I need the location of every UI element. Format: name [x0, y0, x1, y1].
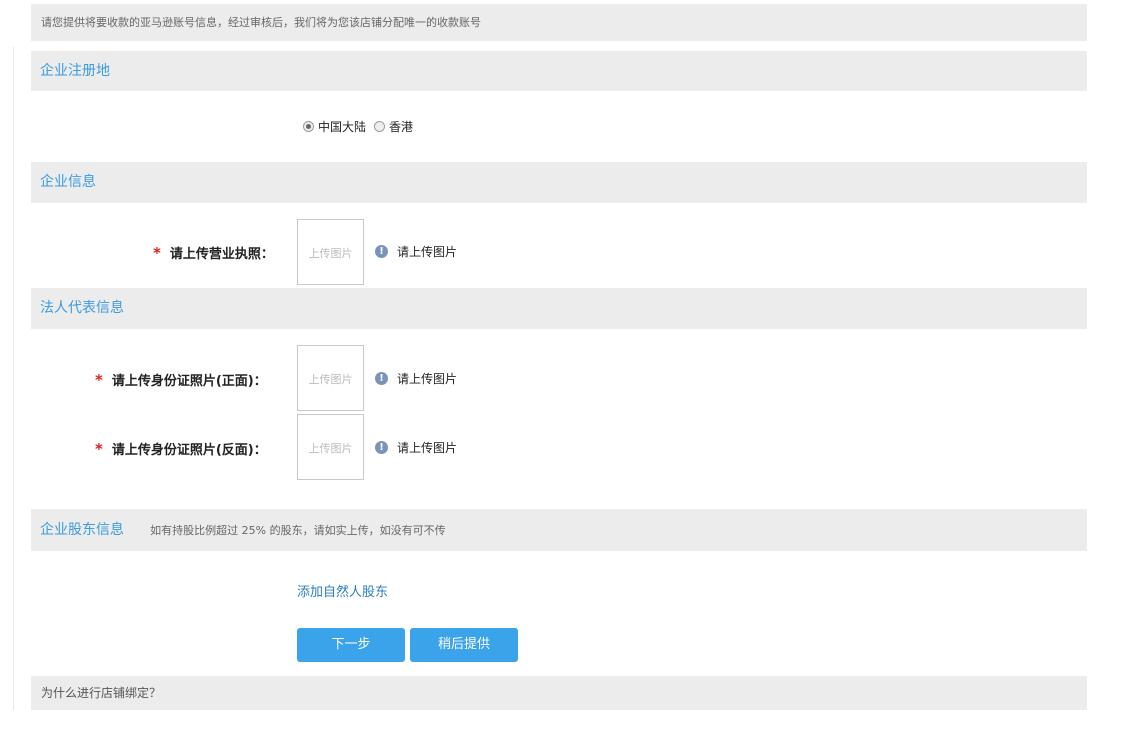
radio-hong-kong[interactable]: 香港 — [374, 118, 413, 135]
shareholders-hint: 如有持股比例超过 25% 的股东，请如实上传，如没有可不传 — [150, 524, 446, 537]
next-step-button[interactable]: 下一步 — [297, 628, 405, 662]
info-circle-icon: ! — [375, 245, 388, 258]
upload-placeholder: 上传图片 — [308, 373, 353, 386]
upload-hint-id-front: ! 请上传图片 — [375, 370, 457, 387]
upload-id-back[interactable]: 上传图片 — [297, 414, 364, 480]
upload-hint-license: ! 请上传图片 — [375, 243, 457, 260]
radio-checked-icon[interactable] — [303, 121, 314, 132]
id-back-label-text: 请上传身份证照片(反面)： — [111, 443, 267, 458]
upload-hint-text: 请上传图片 — [397, 372, 458, 386]
section-header-registration: 企业注册地 — [31, 51, 1087, 91]
required-asterisk: * — [95, 371, 103, 389]
notice-text: 请您提供将要收款的亚马逊账号信息，经过审核后，我们将为您该店铺分配唯一的收款账号 — [41, 16, 481, 29]
faq-why-bind-store[interactable]: 为什么进行店铺绑定？ — [31, 676, 1087, 710]
business-license-label: * 请上传营业执照： — [153, 243, 274, 262]
radio-mainland-china[interactable]: 中国大陆 — [303, 118, 366, 135]
info-circle-icon: ! — [375, 441, 388, 454]
info-circle-icon: ! — [375, 372, 388, 385]
radio-label-mainland: 中国大陆 — [318, 120, 367, 134]
faq-text: 为什么进行店铺绑定？ — [41, 686, 162, 700]
section-title-shareholders: 企业股东信息 — [40, 522, 124, 538]
upload-hint-id-back: ! 请上传图片 — [375, 439, 457, 456]
upload-placeholder: 上传图片 — [308, 442, 353, 455]
notice-banner: 请您提供将要收款的亚马逊账号信息，经过审核后，我们将为您该店铺分配唯一的收款账号 — [31, 4, 1087, 41]
section-header-company: 企业信息 — [31, 162, 1087, 203]
page-left-border — [13, 47, 14, 710]
upload-id-front[interactable]: 上传图片 — [297, 345, 364, 411]
id-front-label-text: 请上传身份证照片(正面)： — [111, 374, 267, 389]
provide-later-button[interactable]: 稍后提供 — [410, 628, 518, 662]
registration-radio-group: 中国大陆 香港 — [303, 118, 421, 135]
upload-hint-text: 请上传图片 — [397, 245, 458, 259]
section-title-legal-rep: 法人代表信息 — [40, 300, 124, 316]
required-asterisk: * — [153, 244, 161, 262]
section-title-company: 企业信息 — [40, 174, 96, 190]
add-natural-person-shareholder-link[interactable]: 添加自然人股东 — [297, 581, 388, 600]
upload-placeholder: 上传图片 — [308, 247, 353, 260]
id-front-label: * 请上传身份证照片(正面)： — [95, 370, 267, 389]
required-asterisk: * — [95, 440, 103, 458]
radio-unchecked-icon[interactable] — [374, 121, 386, 132]
radio-label-hongkong: 香港 — [389, 120, 414, 134]
business-license-label-text: 请上传营业执照： — [169, 247, 274, 262]
section-header-shareholders: 企业股东信息 如有持股比例超过 25% 的股东，请如实上传，如没有可不传 — [31, 509, 1087, 551]
id-back-label: * 请上传身份证照片(反面)： — [95, 439, 267, 458]
upload-business-license[interactable]: 上传图片 — [297, 219, 364, 285]
upload-hint-text: 请上传图片 — [397, 441, 458, 455]
section-header-legal-rep: 法人代表信息 — [31, 288, 1087, 329]
section-title-registration: 企业注册地 — [40, 63, 110, 79]
